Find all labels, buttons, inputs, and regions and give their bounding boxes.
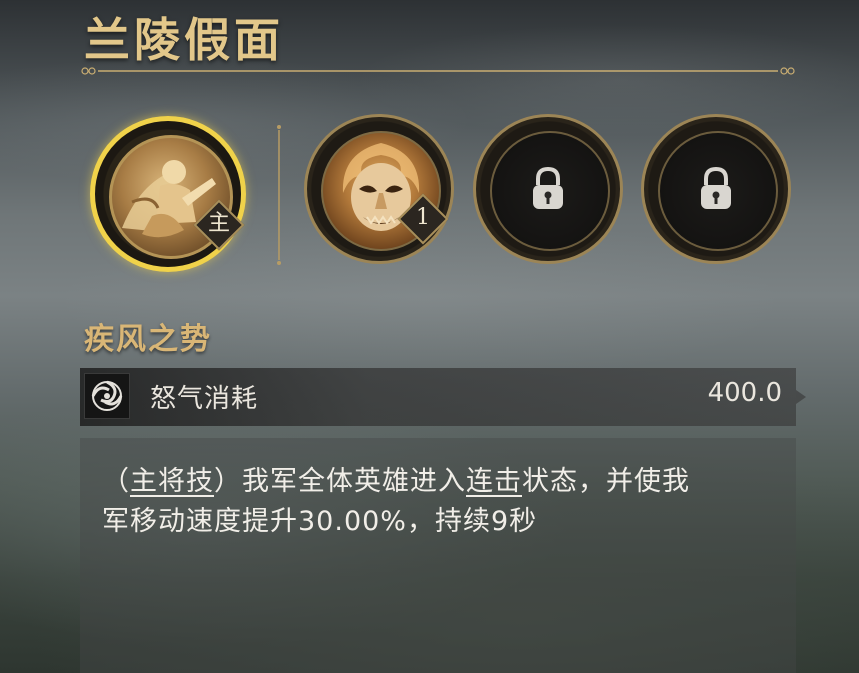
desc-part2: 状态，并使我: [522, 466, 690, 497]
skill-description-panel: （主将技）我军全体英雄进入连击状态，并使我军移动速度提升30.00%，持续9秒: [80, 438, 796, 673]
lock-icon: [701, 166, 731, 209]
rage-cost-label: 怒气消耗: [150, 384, 259, 414]
skill-slot-main[interactable]: 主: [90, 116, 246, 272]
skill-1-badge: 1: [416, 205, 430, 230]
desc-tag-link[interactable]: 主将技: [130, 466, 214, 497]
skill-name: 疾风之势: [84, 322, 212, 357]
desc-line2: 军移动速度提升30.00%，持续9秒: [102, 506, 538, 537]
desc-part1: 我军全体英雄进入: [242, 466, 466, 497]
skill-slot-locked-2[interactable]: [473, 114, 623, 264]
skill-selector: 主 1: [0, 0, 859, 300]
rage-cost-bar: 怒气消耗 400.0: [80, 368, 806, 426]
desc-keyword-link[interactable]: 连击: [466, 466, 522, 497]
skill-slot-1[interactable]: 1: [304, 114, 454, 264]
skill-description: （主将技）我军全体英雄进入连击状态，并使我军移动速度提升30.00%，持续9秒: [102, 462, 768, 542]
main-badge: 主: [207, 211, 230, 236]
rage-cost-value: 400.0: [707, 378, 782, 408]
skill-slot-locked-3[interactable]: [641, 114, 791, 264]
desc-close-paren: ）: [214, 466, 242, 497]
cost-bar-notch: [796, 390, 806, 404]
skill-divider: [277, 125, 281, 265]
lock-icon: [533, 166, 563, 209]
desc-open-paren: （: [102, 466, 130, 497]
swirl-icon: [84, 373, 130, 419]
